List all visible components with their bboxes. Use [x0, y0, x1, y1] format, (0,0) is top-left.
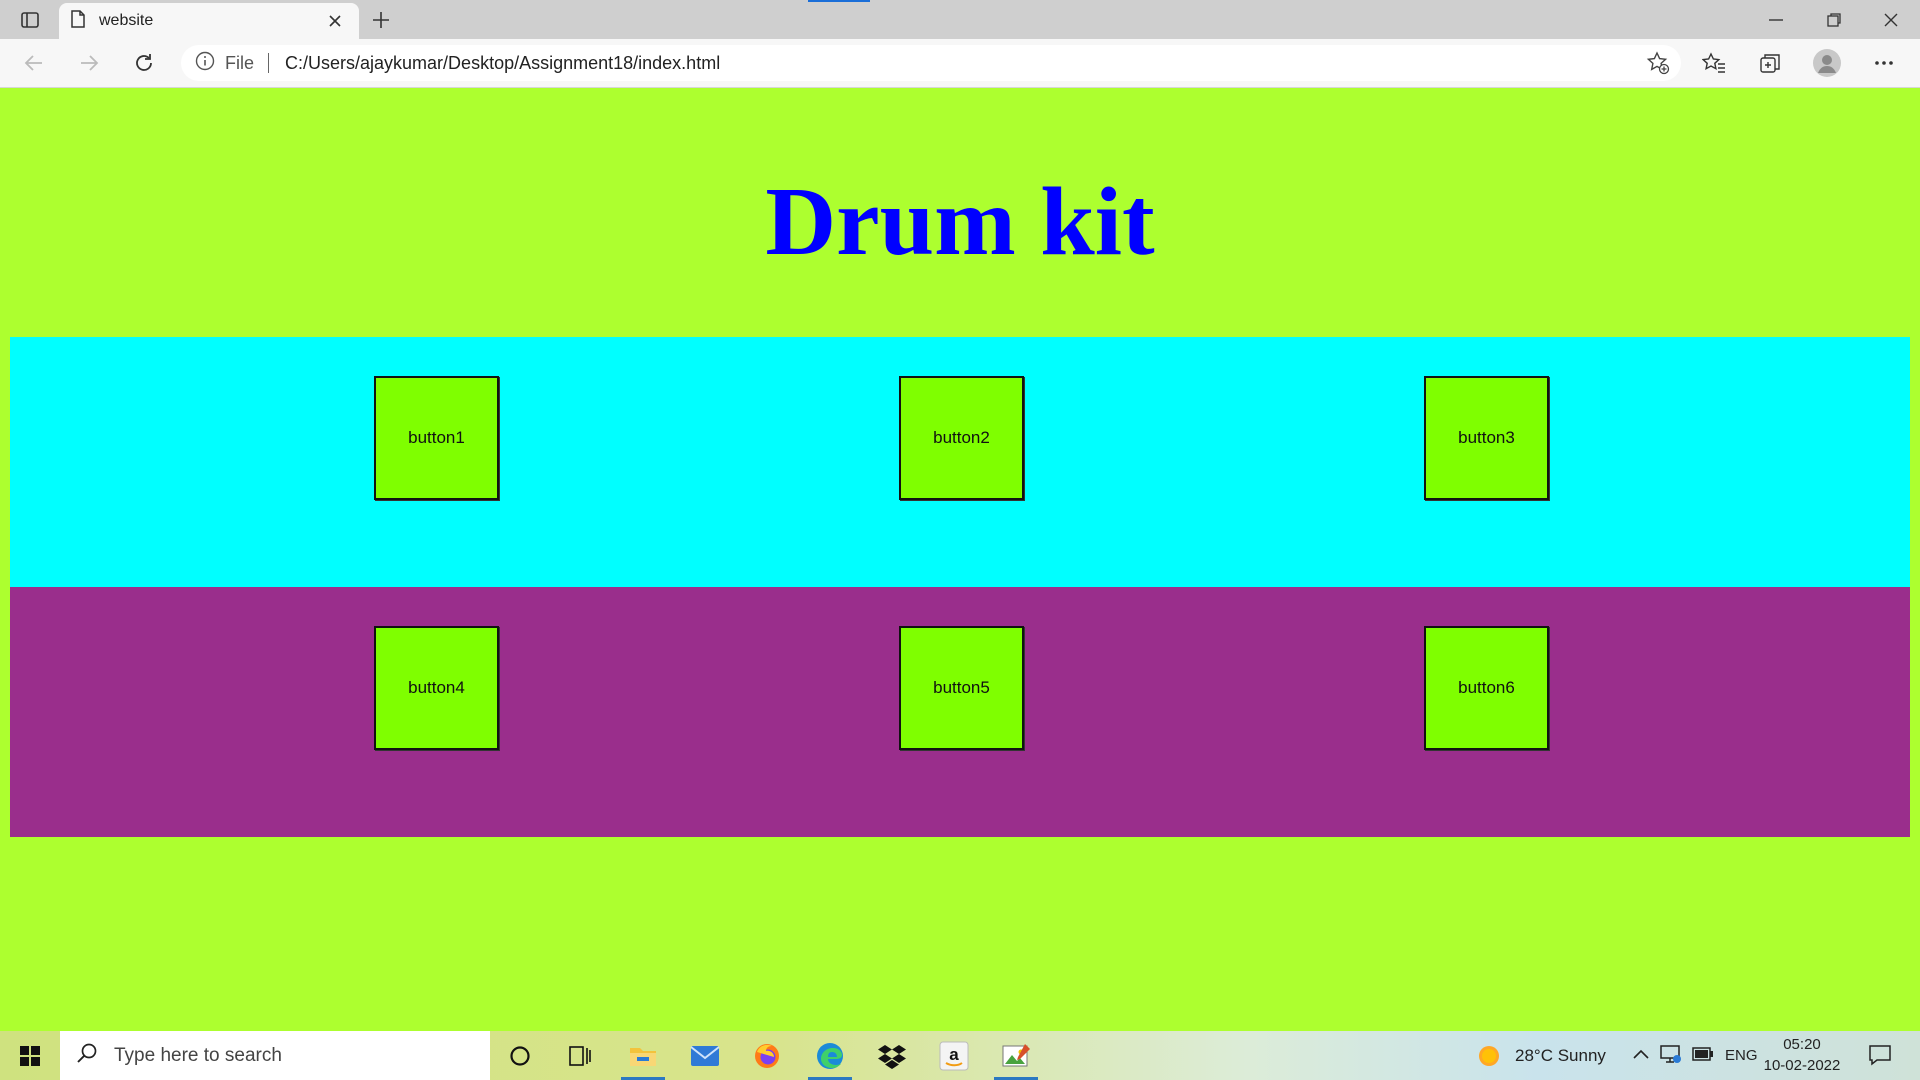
language-indicator[interactable]: ENG — [1725, 1047, 1758, 1064]
address-separator — [268, 53, 270, 73]
address-scheme: File — [225, 52, 255, 73]
edge-icon[interactable] — [802, 1031, 858, 1080]
weather-text[interactable]: 28°C Sunny — [1515, 1046, 1606, 1066]
taskbar: Type here to search a 28°C Sunny ENG 05:… — [0, 1031, 1920, 1080]
forward-icon[interactable] — [71, 47, 107, 79]
svg-text:a: a — [949, 1045, 959, 1064]
drum-button-1[interactable]: button1 — [374, 376, 499, 500]
browser-toolbar: File C:/Users/ajaykumar/Desktop/Assignme… — [0, 39, 1920, 88]
file-explorer-icon[interactable] — [615, 1031, 671, 1080]
favorites-icon[interactable] — [1696, 47, 1732, 79]
back-icon[interactable] — [16, 47, 52, 79]
battery-icon[interactable] — [1692, 1047, 1714, 1066]
taskbar-search-box[interactable]: Type here to search — [60, 1031, 490, 1080]
url-text[interactable]: C:/Users/ajaykumar/Desktop/Assignment18/… — [285, 53, 720, 74]
close-tab-icon[interactable] — [323, 9, 347, 33]
tab-title: website — [99, 12, 154, 29]
minimize-icon[interactable] — [1747, 0, 1804, 39]
clock-date: 10-02-2022 — [1763, 1057, 1841, 1074]
windows-start-icon[interactable] — [0, 1031, 60, 1080]
collections-icon[interactable] — [1752, 47, 1788, 79]
network-icon[interactable] — [1660, 1044, 1682, 1069]
tab-actions-icon[interactable] — [14, 7, 46, 33]
close-window-icon[interactable] — [1862, 0, 1919, 39]
drum-button-5[interactable]: button5 — [899, 626, 1024, 750]
firefox-icon[interactable] — [739, 1031, 795, 1080]
browser-tab[interactable]: website — [59, 3, 359, 39]
profile-avatar-icon[interactable] — [1809, 47, 1845, 79]
more-options-icon[interactable] — [1866, 47, 1902, 79]
clock-time: 05:20 — [1783, 1036, 1821, 1053]
info-icon[interactable] — [195, 51, 215, 76]
paint-icon[interactable] — [988, 1031, 1044, 1080]
drum-button-2[interactable]: button2 — [899, 376, 1024, 500]
drum-row-2: button4 button5 button6 — [10, 587, 1910, 837]
search-placeholder: Type here to search — [114, 1044, 282, 1066]
restore-icon[interactable] — [1805, 0, 1862, 39]
browser-titlebar: website — [0, 0, 1920, 39]
notifications-icon[interactable] — [1868, 1044, 1892, 1071]
page-icon — [71, 9, 85, 33]
page-body: Drum kit button1 button2 button3 button4… — [0, 88, 1920, 1031]
drum-row-1: button1 button2 button3 — [10, 337, 1910, 587]
mail-icon[interactable] — [677, 1031, 733, 1080]
amazon-icon[interactable]: a — [926, 1031, 982, 1080]
refresh-icon[interactable] — [126, 47, 162, 79]
chevron-up-icon[interactable] — [1633, 1047, 1649, 1065]
drum-button-6[interactable]: button6 — [1424, 626, 1549, 750]
drum-button-3[interactable]: button3 — [1424, 376, 1549, 500]
new-tab-icon[interactable] — [366, 6, 396, 34]
weather-sun-icon[interactable] — [1478, 1045, 1500, 1072]
dropbox-icon[interactable] — [864, 1031, 920, 1080]
add-favorite-icon[interactable] — [1643, 49, 1673, 77]
address-bar[interactable]: File C:/Users/ajaykumar/Desktop/Assignme… — [181, 45, 1681, 81]
page-title: Drum kit — [765, 168, 1155, 276]
cortana-icon[interactable] — [492, 1031, 548, 1080]
task-view-icon[interactable] — [552, 1031, 608, 1080]
search-icon — [76, 1042, 98, 1069]
clock[interactable]: 05:20 10-02-2022 — [1762, 1034, 1842, 1076]
tab-strip-indicator — [808, 0, 870, 2]
drum-button-4[interactable]: button4 — [374, 626, 499, 750]
